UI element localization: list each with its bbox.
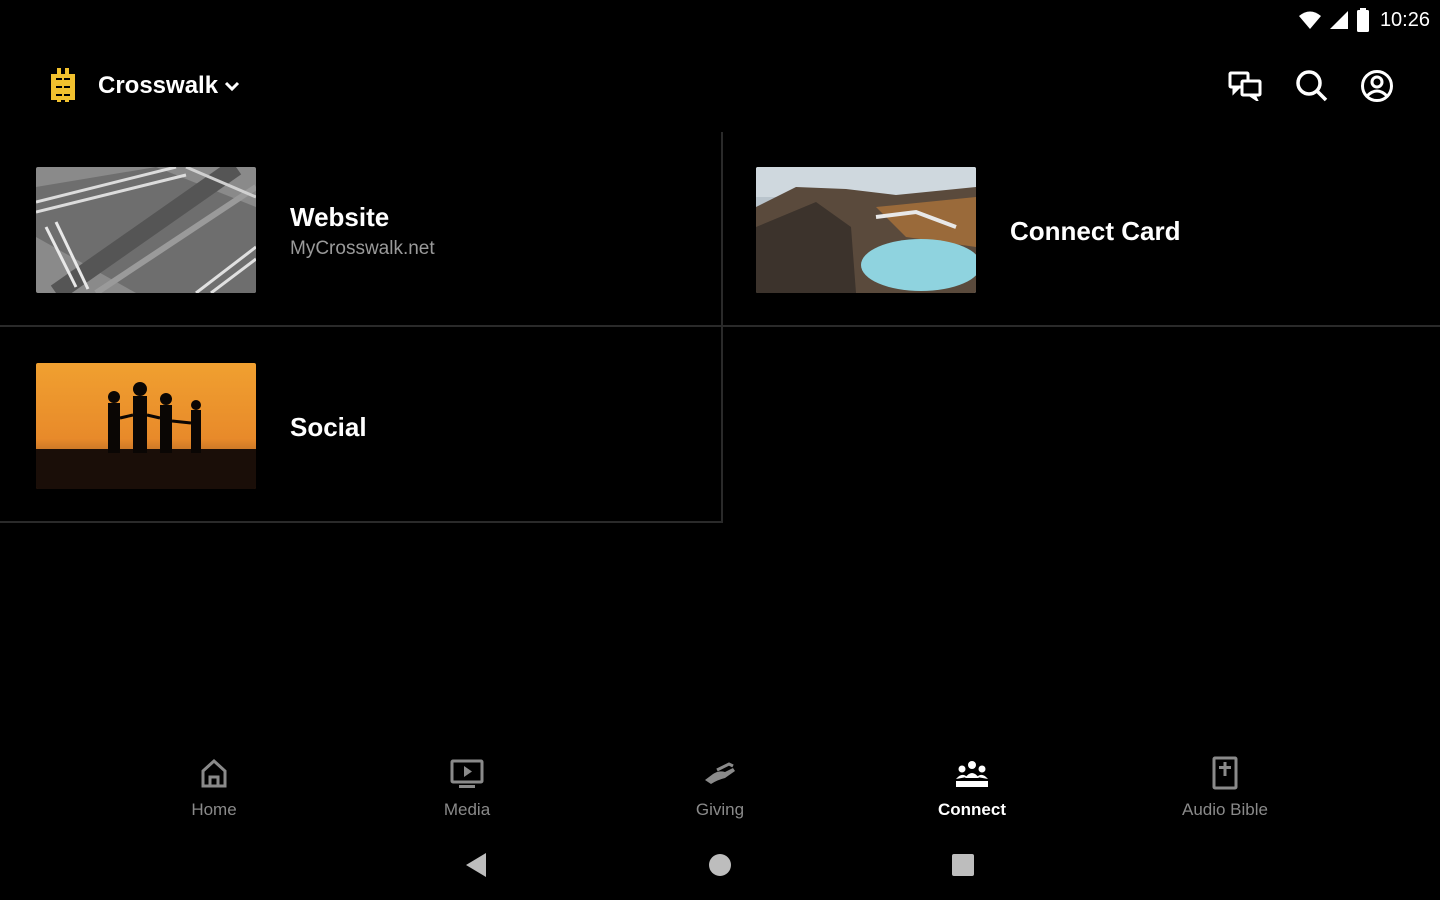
tv-play-icon	[450, 759, 484, 788]
back-icon[interactable]	[462, 850, 492, 880]
nav-item-media[interactable]: Media	[397, 752, 537, 822]
account-button[interactable]	[1357, 66, 1397, 106]
card-social[interactable]: Social	[0, 327, 720, 521]
recents-square-icon[interactable]	[948, 850, 978, 880]
nav-item-audio-bible[interactable]: Audio Bible	[1155, 752, 1295, 822]
nav-label: Home	[191, 800, 237, 819]
status-bar: 10:26	[0, 0, 1440, 40]
giving-hand-icon	[705, 762, 735, 784]
connect-card-thumbnail	[756, 167, 976, 293]
card-title: Social	[290, 412, 367, 442]
status-time: 10:26	[1379, 8, 1430, 31]
account-icon	[1361, 70, 1393, 102]
bible-icon	[1212, 756, 1238, 790]
social-thumbnail	[36, 363, 256, 489]
search-icon	[1296, 70, 1328, 102]
card-subtitle: MyCrosswalk.net	[290, 238, 435, 259]
cell-signal-icon	[1329, 11, 1348, 29]
chat-button[interactable]	[1225, 66, 1265, 106]
status-icons: 10:26	[1298, 6, 1430, 34]
nav-item-home[interactable]: Home	[144, 752, 284, 822]
nav-item-giving[interactable]: Giving	[650, 752, 790, 822]
nav-label: Giving	[695, 800, 745, 819]
bottom-nav: Home Media Giving Connect Audio Bible	[0, 752, 1440, 822]
chevron-down-icon[interactable]	[222, 76, 242, 96]
row-divider-bottom	[0, 521, 722, 523]
home-icon	[201, 758, 227, 788]
nav-item-connect[interactable]: Connect	[902, 752, 1042, 822]
church-name[interactable]: Crosswalk	[98, 72, 218, 100]
system-nav-bar	[0, 840, 1440, 890]
nav-label: Audio Bible	[1181, 800, 1268, 819]
search-button[interactable]	[1292, 66, 1332, 106]
card-connect-card[interactable]: Connect Card	[723, 132, 1440, 325]
wifi-icon	[1298, 11, 1321, 29]
nav-label: Connect	[938, 800, 1006, 819]
logo-icon	[51, 68, 75, 102]
app-bar: Crosswalk	[0, 56, 1440, 116]
card-website[interactable]: Website MyCrosswalk.net	[0, 132, 720, 325]
chat-icon	[1228, 71, 1262, 101]
website-thumbnail	[36, 167, 256, 293]
battery-icon	[1356, 8, 1369, 32]
card-title: Website	[290, 202, 390, 232]
home-circle-icon[interactable]	[705, 850, 735, 880]
card-title: Connect Card	[1010, 216, 1181, 246]
group-icon	[956, 761, 988, 787]
nav-label: Media	[443, 800, 491, 819]
